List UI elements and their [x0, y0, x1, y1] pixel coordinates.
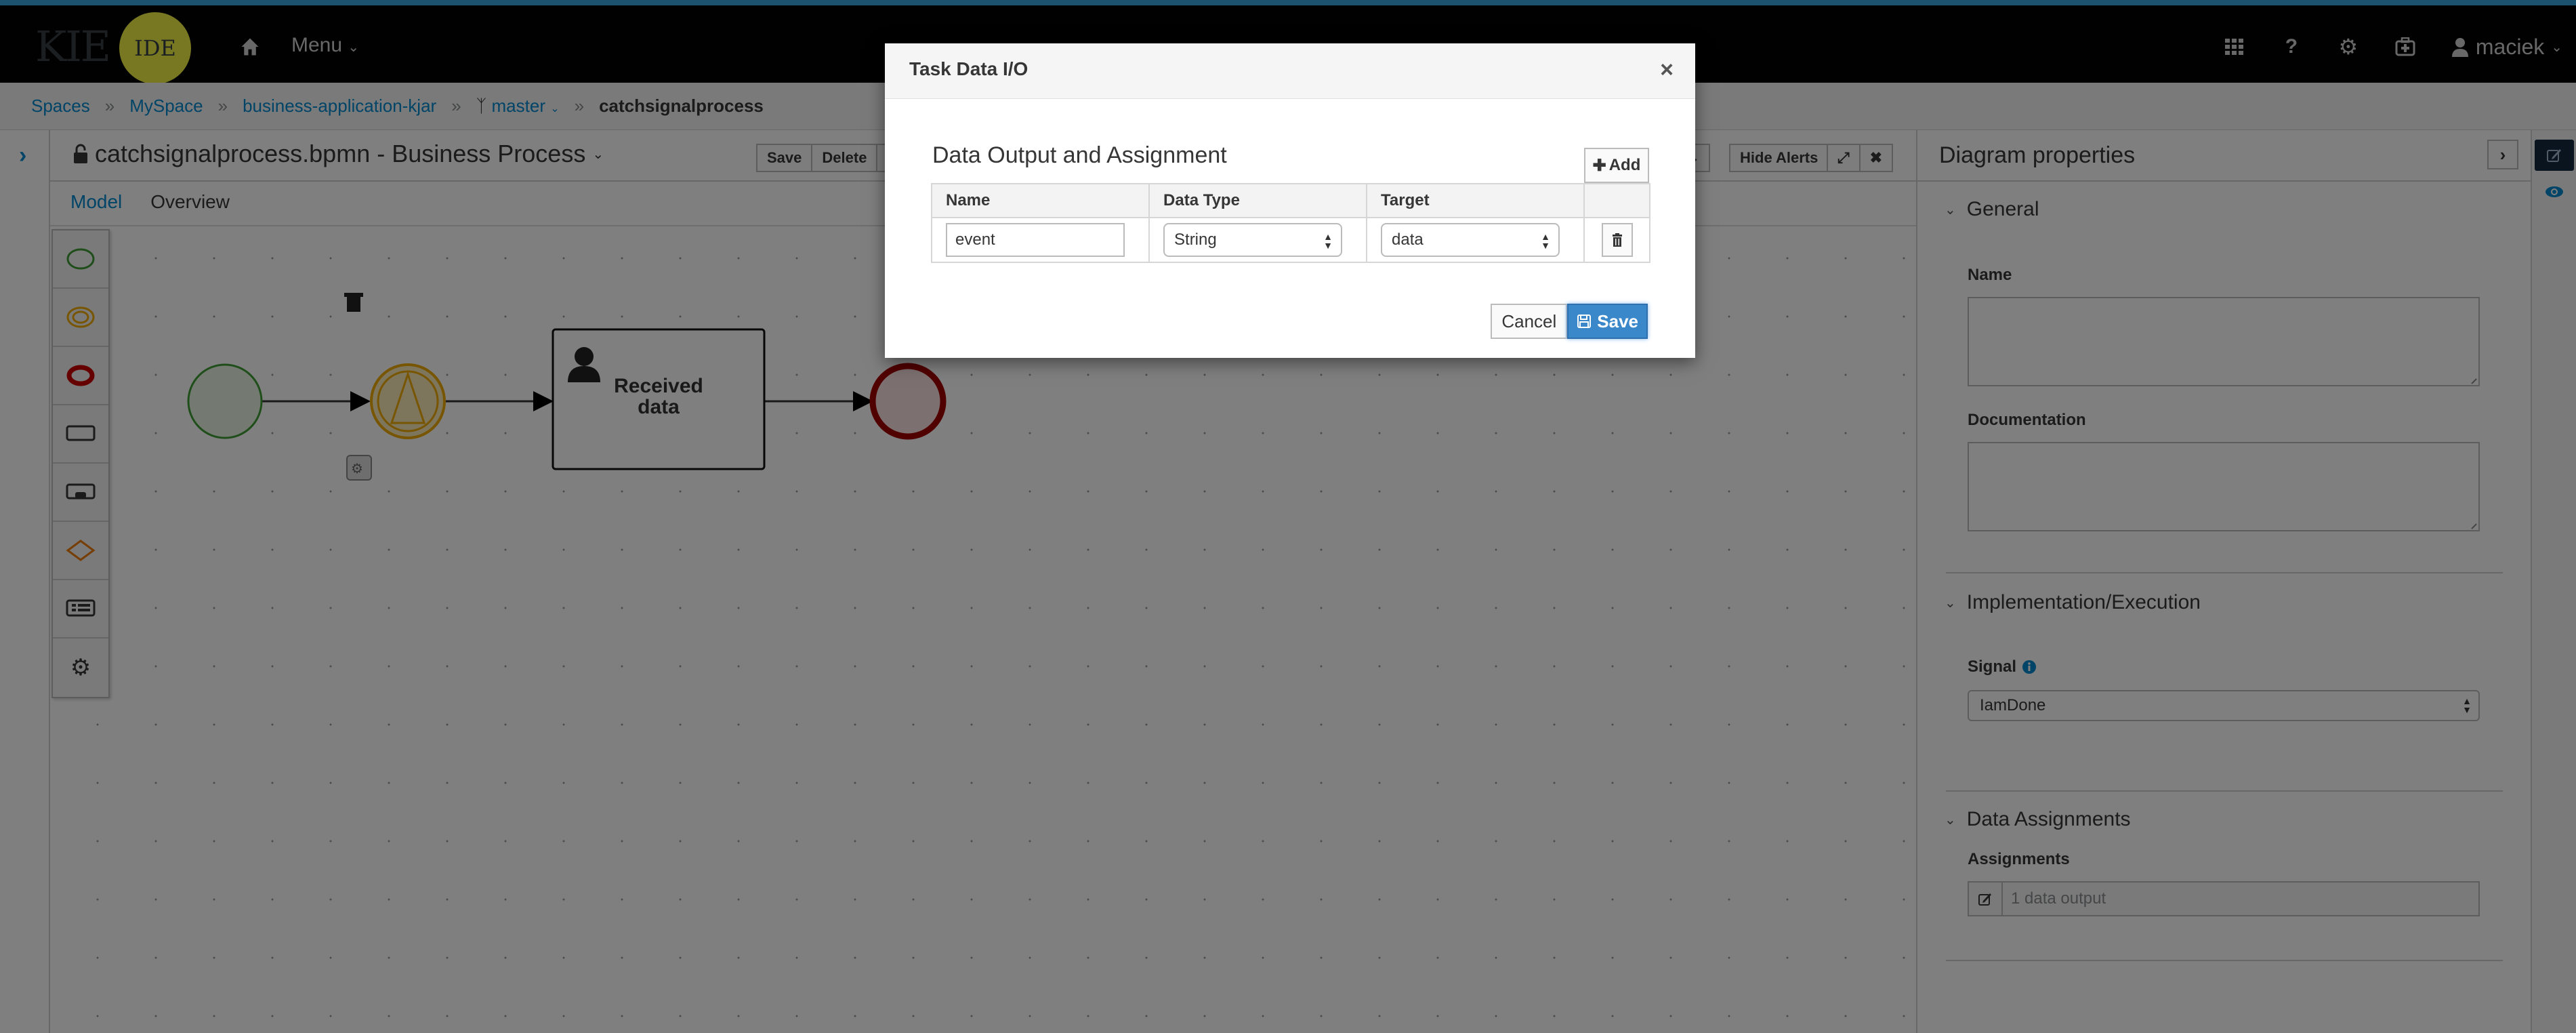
delete-row-button[interactable] — [1601, 223, 1633, 257]
data-output-section-title: Data Output and Assignment — [932, 142, 1227, 168]
output-target-select[interactable]: data ▲ ▼ — [1381, 223, 1560, 257]
modal-header: Task Data I/O × — [885, 43, 1695, 99]
trash-icon — [1612, 233, 1622, 247]
save-label: Save — [1597, 310, 1638, 331]
task-data-io-modal: Task Data I/O × Data Output and Assignme… — [885, 43, 1695, 358]
cell-data-type: String ▲ ▼ — [1148, 217, 1368, 263]
add-output-button[interactable]: ✚ Add — [1584, 148, 1649, 183]
column-header-target: Target — [1366, 183, 1585, 218]
cell-actions — [1583, 217, 1650, 263]
column-header-actions — [1583, 183, 1650, 218]
data-output-table: Name Data Type Target event String ▲ ▼ d… — [930, 183, 1650, 263]
save-button[interactable]: Save — [1567, 304, 1648, 339]
target-value: data — [1392, 230, 1424, 249]
close-icon[interactable]: × — [1660, 58, 1674, 81]
cell-name: event — [930, 217, 1150, 263]
plus-icon: ✚ — [1592, 156, 1606, 175]
output-name-input[interactable]: event — [946, 223, 1125, 257]
select-arrows-icon: ▲▼ — [1541, 231, 1551, 251]
add-label: Add — [1608, 156, 1641, 174]
cancel-button[interactable]: Cancel — [1491, 304, 1568, 339]
data-type-value: String — [1174, 230, 1217, 249]
floppy-disk-icon — [1577, 315, 1592, 328]
output-data-type-select[interactable]: String ▲ ▼ — [1163, 223, 1343, 257]
column-header-name: Name — [930, 183, 1150, 218]
select-arrows-icon: ▲▼ — [1323, 231, 1333, 251]
cell-target: data ▲ ▼ — [1366, 217, 1585, 263]
table-header-row: Name Data Type Target — [930, 183, 1650, 218]
modal-title: Task Data I/O — [909, 58, 1029, 79]
modal-footer: Cancel Save — [1491, 304, 1648, 339]
column-header-data-type: Data Type — [1148, 183, 1368, 218]
table-row: event String ▲ ▼ data ▲ ▼ — [930, 217, 1650, 263]
